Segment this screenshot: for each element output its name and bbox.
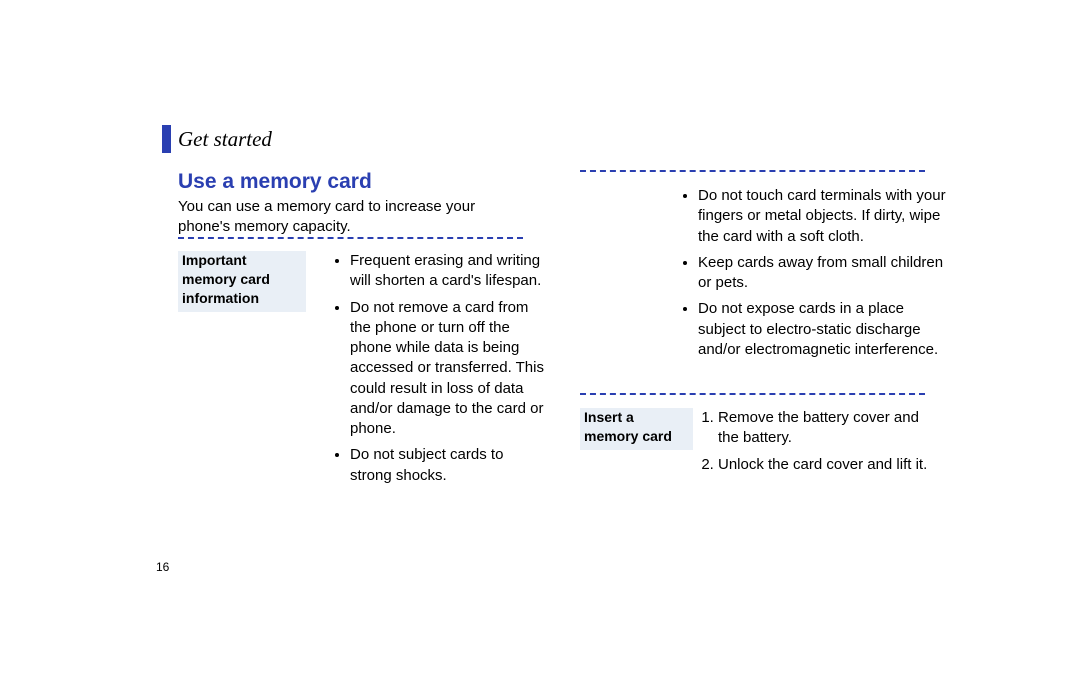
- callout-line: Important: [182, 252, 247, 268]
- divider-icon: [580, 393, 925, 395]
- intro-text: You can use a memory card to increase yo…: [178, 197, 523, 238]
- callout-line: memory card: [182, 271, 270, 287]
- accent-bar-icon: [162, 125, 171, 153]
- list-item: Do not touch card terminals with your fi…: [698, 186, 948, 247]
- page-number: 16: [156, 559, 169, 575]
- list-item: Frequent erasing and writing will shorte…: [350, 251, 545, 292]
- section-name: Get started: [178, 125, 272, 153]
- bullet-list-right-upper: Do not touch card terminals with your fi…: [680, 186, 948, 366]
- divider-icon: [580, 170, 925, 172]
- list-item: Do not subject cards to strong shocks.: [350, 445, 545, 486]
- callout-line: memory card: [584, 428, 672, 444]
- list-item: Keep cards away from small children or p…: [698, 253, 948, 294]
- callout-line: information: [182, 290, 259, 306]
- bullet-list-left: Frequent erasing and writing will shorte…: [332, 251, 545, 492]
- list-item: Remove the battery cover and the battery…: [718, 408, 943, 449]
- list-item: Do not remove a card from the phone or t…: [350, 298, 545, 440]
- callout-insert: Insert a memory card: [580, 408, 693, 450]
- callout-important: Important memory card information: [178, 251, 306, 312]
- document-page: Get started Use a memory card You can us…: [0, 0, 1080, 696]
- list-item: Unlock the card cover and lift it.: [718, 455, 943, 475]
- divider-icon: [178, 237, 523, 239]
- list-item: Do not expose cards in a place subject t…: [698, 299, 948, 360]
- numbered-list-right: Remove the battery cover and the battery…: [700, 408, 943, 481]
- callout-line: Insert a: [584, 409, 634, 425]
- header-row: Get started: [162, 125, 272, 153]
- page-title: Use a memory card: [178, 168, 372, 196]
